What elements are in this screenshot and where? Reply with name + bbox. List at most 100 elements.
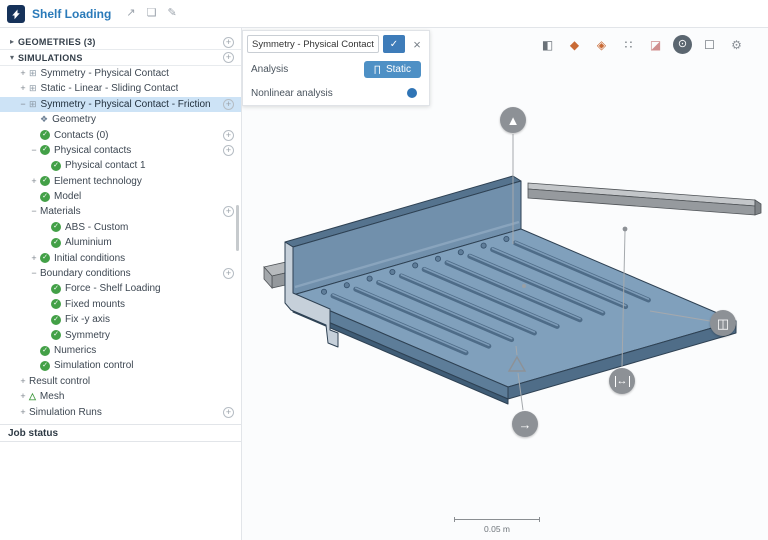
box-select-icon[interactable]: ☐: [700, 35, 719, 54]
tree-item-force-shelf-loading[interactable]: ✓Force - Shelf Loading: [0, 281, 241, 296]
scale-bar: [454, 519, 540, 520]
apply-button[interactable]: ✓: [383, 35, 405, 53]
viewport-toolbar: ◧ ◆ ◈ ∷ ◪ ⊙ ☐ ⚙: [538, 35, 746, 54]
tree-item-symmetry-physical-contact-friction[interactable]: −⊞Symmetry - Physical Contact - Friction…: [0, 97, 241, 112]
tree-item-materials[interactable]: −Materials+: [0, 204, 241, 219]
expander-icon[interactable]: ▸: [6, 38, 18, 46]
tree-item-physical-contact-1[interactable]: ✓ Physical contact 1: [0, 158, 241, 173]
status-check-icon: ✓: [51, 315, 61, 325]
expander-icon[interactable]: +: [17, 392, 29, 401]
expander-icon[interactable]: +: [28, 177, 40, 186]
project-title: Shelf Loading: [32, 7, 111, 21]
tree-item-geometry[interactable]: ❖Geometry: [0, 112, 241, 127]
tree-item-simulation-control[interactable]: ✓Simulation control: [0, 358, 241, 373]
tree-item-geometries-3[interactable]: ▸GEOMETRIES (3) +: [0, 35, 241, 50]
tree-item-label: Initial conditions: [54, 253, 125, 264]
move-right-handle[interactable]: →: [512, 411, 538, 437]
status-check-icon: ✓: [40, 361, 50, 371]
rename-icon[interactable]: ✎: [167, 8, 176, 19]
expander-icon[interactable]: +: [17, 69, 29, 78]
status-check-icon: ✓: [40, 176, 50, 186]
tree-item-label: GEOMETRIES (3): [18, 37, 96, 47]
tree-item-static-linear-sliding-contact[interactable]: +⊞Static - Linear - Sliding Contact: [0, 81, 241, 96]
static-analysis-icon: ∏: [374, 65, 381, 74]
simulation-tree: ▸GEOMETRIES (3)+▾SIMULATIONS++⊞Symmetry …: [0, 28, 241, 420]
tree-item-fix-y-axis[interactable]: ✓Fix -y axis: [0, 312, 241, 327]
perspective-view-icon[interactable]: ◧: [538, 35, 557, 54]
close-icon[interactable]: ×: [409, 36, 425, 52]
slot-clip: [321, 289, 326, 294]
tree-item-label: Physical contact 1: [65, 160, 146, 171]
tree-item-symmetry[interactable]: ✓Symmetry: [0, 327, 241, 342]
tree-item-label: Boundary conditions: [40, 268, 131, 279]
sim-icon: ⊞: [29, 69, 37, 78]
status-check-icon: ✓: [51, 222, 61, 232]
aluminium-bar[interactable]: [528, 183, 761, 215]
expander-icon[interactable]: −: [28, 269, 40, 278]
analysis-type-button[interactable]: ∏ Static: [364, 61, 421, 78]
analysis-row: Analysis ∏ Static: [243, 57, 429, 81]
tree-item-numerics[interactable]: ✓Numerics: [0, 343, 241, 358]
expander-icon[interactable]: +: [17, 84, 29, 93]
tree-item-simulations[interactable]: ▾SIMULATIONS +: [0, 50, 241, 65]
tree-item-abs-custom[interactable]: ✓ABS - Custom: [0, 220, 241, 235]
add-button[interactable]: +: [223, 145, 234, 156]
clip-plane-icon[interactable]: ◪: [646, 35, 665, 54]
add-button[interactable]: +: [223, 52, 234, 63]
tree-item-label: SIMULATIONS: [18, 53, 83, 63]
tree-item-element-technology[interactable]: +✓Element technology: [0, 174, 241, 189]
add-button[interactable]: +: [223, 407, 234, 418]
view-settings-icon[interactable]: ⚙: [727, 35, 746, 54]
panel-header: ✓ ×: [243, 31, 429, 57]
duplicate-icon[interactable]: ❏: [147, 8, 157, 19]
tree-item-initial-conditions[interactable]: +✓Initial conditions: [0, 250, 241, 265]
tree-item-label: Model: [54, 191, 81, 202]
solid-geometry-icon[interactable]: ◆: [565, 35, 584, 54]
simscale-logo-icon[interactable]: [7, 5, 25, 23]
tree-item-mesh[interactable]: +△Mesh: [0, 389, 241, 404]
status-check-icon: ✓: [51, 161, 61, 171]
expander-icon[interactable]: +: [28, 254, 40, 263]
nonlinear-toggle[interactable]: [407, 88, 417, 98]
shelf-model[interactable]: [285, 176, 736, 404]
app-header: Shelf Loading ↗ ❏ ✎: [0, 0, 768, 28]
light-toggle-icon[interactable]: ⊙: [673, 35, 692, 54]
add-button[interactable]: +: [223, 206, 234, 217]
expander-icon[interactable]: −: [28, 146, 40, 155]
tree-item-model[interactable]: ✓Model: [0, 189, 241, 204]
tree-item-contacts-0[interactable]: ✓Contacts (0)+: [0, 127, 241, 142]
expander-icon[interactable]: −: [17, 100, 29, 109]
expander-icon[interactable]: +: [17, 408, 29, 417]
mesh-icon: △: [29, 392, 36, 401]
job-status-bar[interactable]: Job status: [0, 424, 241, 442]
add-button[interactable]: +: [223, 99, 234, 110]
mesh-geometry-icon[interactable]: ◈: [592, 35, 611, 54]
viewport-3d[interactable]: ◧◆◈∷◪⊙☐⚙ ✓ × Analysis ∏ Static Nonlinear…: [242, 28, 768, 540]
tree-item-fixed-mounts[interactable]: ✓Fixed mounts: [0, 297, 241, 312]
simulation-name-input[interactable]: [247, 35, 379, 53]
share-icon[interactable]: ↗: [126, 8, 135, 19]
measure-handle[interactable]: ↔: [609, 368, 635, 394]
tree-item-physical-contacts[interactable]: −✓Physical contacts+: [0, 143, 241, 158]
tree-item-aluminium[interactable]: ✓Aluminium: [0, 235, 241, 250]
clip-box-handle[interactable]: ◫: [710, 310, 736, 336]
vertices-view-icon[interactable]: ∷: [619, 35, 638, 54]
slot-clip: [504, 236, 509, 241]
add-button[interactable]: +: [223, 37, 234, 48]
tree-item-symmetry-physical-contact[interactable]: +⊞ Symmetry - Physical Contact: [0, 66, 241, 81]
add-button[interactable]: +: [223, 130, 234, 141]
add-button[interactable]: +: [223, 268, 234, 279]
tree-item-label: Geometry: [52, 114, 96, 125]
expander-icon[interactable]: −: [28, 207, 40, 216]
tree-item-label: Static - Linear - Sliding Contact: [41, 83, 179, 94]
sidebar-scrollbar[interactable]: [236, 205, 239, 251]
expander-icon[interactable]: ▾: [6, 54, 18, 62]
tree-item-simulation-runs[interactable]: +Simulation Runs+: [0, 404, 241, 419]
tree-item-boundary-conditions[interactable]: −Boundary conditions +: [0, 266, 241, 281]
tree-item-result-control[interactable]: +Result control: [0, 374, 241, 389]
slot-clip: [413, 263, 418, 268]
expander-icon[interactable]: +: [17, 377, 29, 386]
move-up-handle[interactable]: ▲: [500, 107, 526, 133]
tree-item-label: Symmetry - Physical Contact: [41, 68, 169, 79]
slot-clip: [344, 283, 349, 288]
